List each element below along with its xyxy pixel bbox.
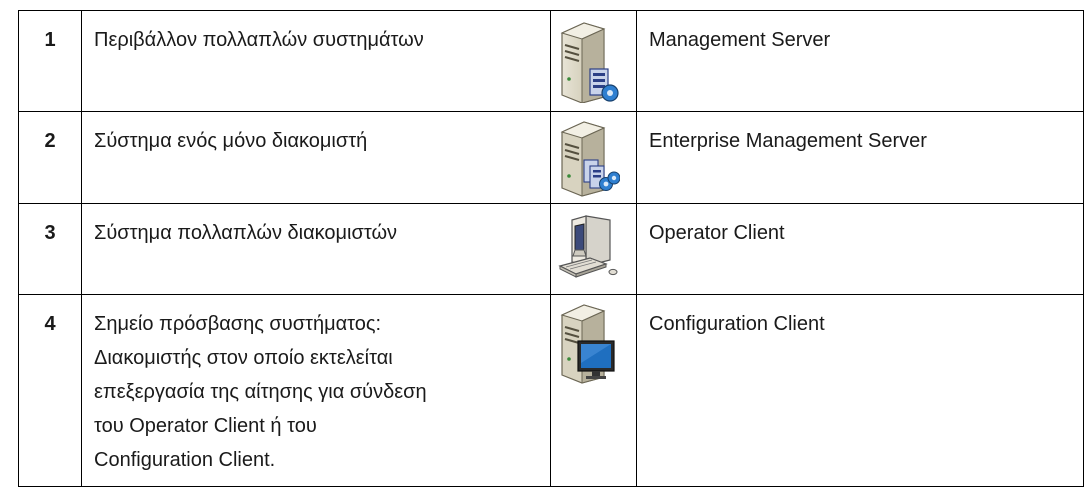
row-number: 2 xyxy=(44,130,56,152)
table-row: 3 Σύστημα πολλαπλών διακομιστών Operator… xyxy=(18,203,1084,295)
icon-cell xyxy=(550,10,637,112)
name-cell: Operator Client xyxy=(636,203,1084,295)
number-cell: 3 xyxy=(18,203,82,295)
row-name: Management Server xyxy=(649,29,831,51)
row-description: Σημείο πρόσβασης συστήματος: Διακομιστής… xyxy=(94,313,427,471)
row-description: Σύστημα ενός μόνο διακομιστή xyxy=(94,130,368,152)
row-name: Enterprise Management Server xyxy=(649,130,927,152)
row-number: 4 xyxy=(44,313,56,335)
row-name: Configuration Client xyxy=(649,313,825,335)
row-number: 1 xyxy=(44,29,56,51)
name-cell: Management Server xyxy=(636,10,1084,112)
description-cell: Σύστημα ενός μόνο διακομιστή xyxy=(81,111,551,204)
table-row: 4 Σημείο πρόσβασης συστήματος: Διακομιστ… xyxy=(18,294,1084,487)
icon-cell xyxy=(550,294,637,487)
enterprise-management-server-icon xyxy=(551,112,636,198)
operator-client-icon xyxy=(551,204,636,284)
configuration-client-icon xyxy=(551,295,636,385)
table-row: 2 Σύστημα ενός μόνο διακομιστή Enterpris… xyxy=(18,111,1084,204)
icon-cell xyxy=(550,111,637,204)
name-cell: Enterprise Management Server xyxy=(636,111,1084,204)
description-cell: Περιβάλλον πολλαπλών συστημάτων xyxy=(81,10,551,112)
row-description: Περιβάλλον πολλαπλών συστημάτων xyxy=(94,29,424,51)
name-cell: Configuration Client xyxy=(636,294,1084,487)
legend-table: 1 Περιβάλλον πολλαπλών συστημάτων Manage… xyxy=(18,10,1084,487)
management-server-icon xyxy=(551,11,636,103)
number-cell: 2 xyxy=(18,111,82,204)
row-name: Operator Client xyxy=(649,222,785,244)
row-description: Σύστημα πολλαπλών διακομιστών xyxy=(94,222,398,244)
icon-cell xyxy=(550,203,637,295)
description-cell: Σημείο πρόσβασης συστήματος: Διακομιστής… xyxy=(81,294,551,487)
row-number: 3 xyxy=(44,222,56,244)
description-cell: Σύστημα πολλαπλών διακομιστών xyxy=(81,203,551,295)
number-cell: 4 xyxy=(18,294,82,487)
number-cell: 1 xyxy=(18,10,82,112)
table-row: 1 Περιβάλλον πολλαπλών συστημάτων Manage… xyxy=(18,10,1084,112)
